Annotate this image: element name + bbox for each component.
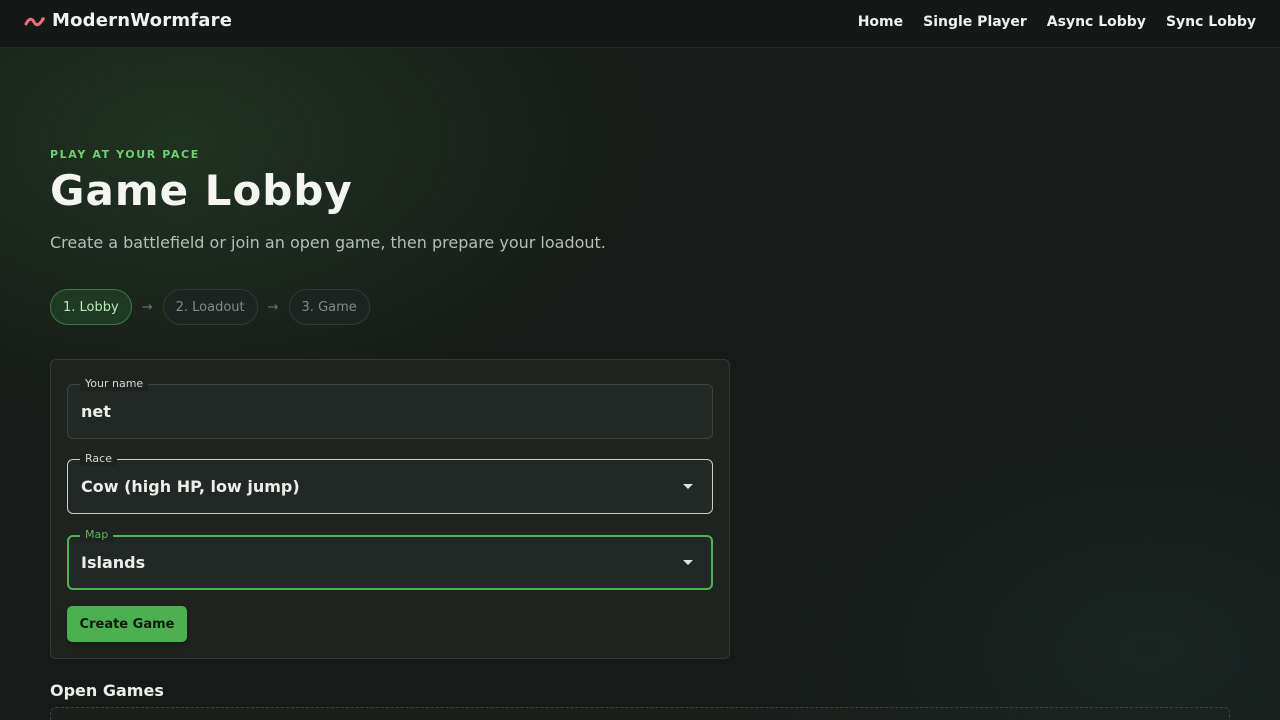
chevron-down-icon [683, 484, 693, 489]
step-indicator: 1. Lobby → 2. Loadout → 3. Game [50, 289, 370, 325]
step-loadout: 2. Loadout [162, 289, 258, 325]
name-field-label: Your name [80, 377, 149, 391]
race-select[interactable]: Race Cow (high HP, low jump) [67, 452, 713, 514]
race-select-label: Race [80, 452, 117, 466]
map-select[interactable]: Map Islands [67, 528, 713, 590]
nav-link-async-lobby[interactable]: Async Lobby [1047, 14, 1146, 30]
nav-link-sync-lobby[interactable]: Sync Lobby [1166, 14, 1256, 30]
map-selected-value: Islands [81, 553, 146, 572]
map-select-label: Map [80, 528, 114, 542]
nav-link-home[interactable]: Home [858, 14, 903, 30]
brand-name: ModernWormfare [52, 10, 233, 31]
hero-kicker: PLAY AT YOUR PACE [50, 148, 200, 161]
worm-icon [24, 16, 45, 26]
step-game: 3. Game [288, 289, 370, 325]
step-lobby: 1. Lobby [50, 289, 132, 325]
open-games-heading: Open Games [50, 681, 164, 700]
race-selected-value: Cow (high HP, low jump) [81, 477, 300, 496]
create-game-button[interactable]: Create Game [67, 606, 187, 642]
top-nav-bar: ModernWormfare Home Single Player Async … [0, 0, 1280, 48]
page-title: Game Lobby [50, 166, 353, 215]
step-arrow-icon: → [141, 299, 153, 315]
create-game-card: Your name Race Cow (high HP, low jump) M… [50, 359, 730, 659]
page-subtitle: Create a battlefield or join an open gam… [50, 233, 606, 252]
brand-logo[interactable]: ModernWormfare [24, 10, 232, 31]
nav-link-single-player[interactable]: Single Player [923, 14, 1027, 30]
name-input[interactable] [81, 402, 641, 421]
step-arrow-icon: → [267, 299, 279, 315]
open-games-list [50, 707, 1230, 720]
main-nav: Home Single Player Async Lobby Sync Lobb… [858, 14, 1256, 30]
chevron-down-icon [683, 560, 693, 565]
name-field[interactable]: Your name [67, 377, 713, 439]
